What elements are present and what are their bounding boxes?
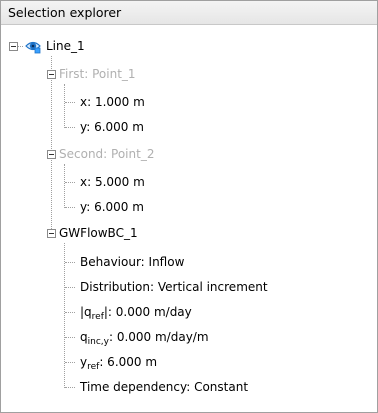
- tree-item-label: GWFlowBC_1: [59, 226, 138, 240]
- tree-item-label: x: 1.000 m: [80, 95, 145, 109]
- tree-item-label: y: 6.000 m: [80, 120, 144, 134]
- visibility-eye-icon[interactable]: [25, 38, 41, 54]
- collapse-toggle-icon[interactable]: [47, 229, 56, 238]
- tree-item-label: Second: Point_2: [59, 147, 155, 161]
- tree-item-label: yref: 6.000 m: [80, 352, 157, 372]
- tree-item-label: First: Point_1: [59, 67, 136, 81]
- tree-item-second-x[interactable]: x: 5.000 m: [1, 172, 377, 192]
- tree-item-line-1[interactable]: Line_1: [1, 36, 377, 56]
- tree-item-qref[interactable]: |qref|: 0.000 m/day: [1, 302, 377, 322]
- collapse-toggle-icon[interactable]: [9, 42, 18, 51]
- collapse-toggle-icon[interactable]: [47, 70, 56, 79]
- tree-item-distribution[interactable]: Distribution: Vertical increment: [1, 277, 377, 297]
- selection-tree[interactable]: Line_1 First: Point_1 x: 1.000 m y: 6.00…: [1, 25, 377, 412]
- tree-item-first-x[interactable]: x: 1.000 m: [1, 92, 377, 112]
- tree-item-label: Time dependency: Constant: [80, 380, 249, 394]
- tree-item-label: Line_1: [46, 39, 85, 53]
- tree-item-label: qinc,y: 0.000 m/day/m: [80, 327, 209, 347]
- tree-item-qinc[interactable]: qinc,y: 0.000 m/day/m: [1, 327, 377, 347]
- qinc-value: : 0.000 m/day/m: [108, 330, 209, 344]
- tree-item-gwflowbc[interactable]: GWFlowBC_1: [1, 223, 377, 243]
- yref-subscript: ref: [87, 362, 100, 372]
- panel-title: Selection explorer: [1, 1, 377, 25]
- tree-item-behaviour[interactable]: Behaviour: Inflow: [1, 252, 377, 272]
- collapse-toggle-icon[interactable]: [47, 150, 56, 159]
- tree-item-second-y[interactable]: y: 6.000 m: [1, 197, 377, 217]
- tree-item-label: |qref|: 0.000 m/day: [80, 302, 192, 322]
- tree-item-second-point[interactable]: Second: Point_2: [1, 144, 377, 164]
- tree-item-label: Distribution: Vertical increment: [80, 280, 268, 294]
- tree-item-first-y[interactable]: y: 6.000 m: [1, 117, 377, 137]
- tree-item-time-dependency[interactable]: Time dependency: Constant: [1, 377, 377, 397]
- tree-item-first-point[interactable]: First: Point_1: [1, 64, 377, 84]
- qref-value: |: 0.000 m/day: [103, 305, 192, 319]
- qref-prefix: |q: [80, 305, 92, 319]
- qref-subscript: ref: [91, 312, 104, 322]
- yref-value: : 6.000 m: [99, 355, 158, 369]
- qinc-subscript: inc,y: [87, 337, 109, 347]
- tree-item-yref[interactable]: yref: 6.000 m: [1, 352, 377, 372]
- tree-item-label: y: 6.000 m: [80, 200, 144, 214]
- selection-explorer-panel: Selection explorer Line_1 First: Point_1…: [0, 0, 378, 413]
- tree-item-label: x: 5.000 m: [80, 175, 145, 189]
- tree-item-label: Behaviour: Inflow: [80, 255, 185, 269]
- qinc-prefix: q: [80, 330, 88, 344]
